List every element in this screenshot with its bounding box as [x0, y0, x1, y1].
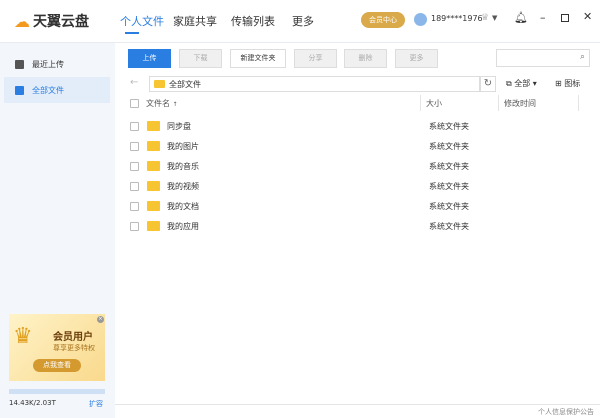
active-tab-indicator — [125, 32, 139, 34]
share-button[interactable]: 分享 — [294, 49, 337, 68]
download-button[interactable]: 下载 — [179, 49, 222, 68]
user-name[interactable]: 189****1976 — [431, 14, 483, 23]
tab-personal-files[interactable]: 个人文件 — [120, 13, 164, 29]
view-label: 图标 — [564, 79, 581, 88]
path-text: 全部文件 — [169, 79, 201, 89]
row-checkbox[interactable] — [130, 221, 139, 231]
logo: ☁ 天翼云盘 — [14, 11, 89, 31]
tab-transfer-list[interactable]: 传输列表 — [231, 13, 275, 29]
storage-text: 14.43K/2.03T — [9, 399, 56, 407]
row-checkbox[interactable] — [130, 121, 139, 131]
column-divider — [498, 95, 499, 111]
search-icon[interactable]: ⌕ — [580, 52, 585, 62]
close-promo-icon[interactable]: × — [97, 316, 104, 323]
grid-icon: ⊞ — [555, 79, 565, 88]
file-row[interactable]: 同步盘 系统文件夹 — [128, 116, 600, 136]
file-row[interactable]: 我的图片 系统文件夹 — [128, 136, 600, 156]
bell-icon[interactable]: 🔔︎ — [514, 11, 528, 24]
back-arrow-icon[interactable]: ← — [130, 77, 138, 88]
maximize-icon[interactable] — [561, 14, 569, 22]
minimize-icon[interactable]: – — [540, 11, 546, 24]
folder-icon — [147, 121, 160, 131]
file-name: 我的视频 — [167, 181, 199, 191]
filter-label: 全部 — [514, 79, 531, 88]
row-checkbox[interactable] — [130, 141, 139, 151]
view-toggle[interactable]: ⊞ 图标 — [555, 78, 580, 89]
file-name: 我的图片 — [167, 141, 199, 151]
privacy-notice-link[interactable]: 个人信息保护公告 — [538, 407, 594, 417]
new-folder-button[interactable]: 新建文件夹 — [230, 49, 286, 68]
promo-title: 会员用户 — [53, 332, 93, 343]
tab-more[interactable]: 更多 — [292, 13, 314, 29]
folder-icon — [147, 221, 160, 231]
file-row[interactable]: 我的文档 系统文件夹 — [128, 196, 600, 216]
crown-icon: ♛ — [481, 13, 490, 23]
close-icon[interactable]: ✕ — [583, 10, 592, 23]
search-input[interactable]: ⌕ — [496, 49, 590, 67]
file-name: 我的音乐 — [167, 161, 199, 171]
path-bar[interactable]: 全部文件 — [149, 76, 480, 92]
sidebar-item-recent-uploads[interactable]: 最近上传 — [4, 51, 110, 77]
file-name: 我的文档 — [167, 201, 199, 211]
sidebar-item-label: 全部文件 — [32, 85, 64, 95]
delete-button[interactable]: 删除 — [344, 49, 387, 68]
cloud-icon: ☁ — [14, 11, 30, 31]
chevron-down-icon[interactable]: ▼ — [492, 14, 497, 22]
folder-icon — [154, 80, 165, 88]
file-row[interactable]: 我的应用 系统文件夹 — [128, 216, 600, 236]
folder-icon — [147, 161, 160, 171]
folder-icon — [147, 201, 160, 211]
file-name: 我的应用 — [167, 221, 199, 231]
storage-bar — [9, 389, 105, 394]
sidebar-item-label: 最近上传 — [32, 59, 64, 69]
file-size: 系统文件夹 — [429, 161, 469, 171]
file-size: 系统文件夹 — [429, 201, 469, 211]
select-all-checkbox[interactable] — [130, 99, 139, 108]
file-name: 同步盘 — [167, 121, 191, 131]
folder-icon — [147, 141, 160, 151]
file-size: 系统文件夹 — [429, 121, 469, 131]
file-row[interactable]: 我的音乐 系统文件夹 — [128, 156, 600, 176]
row-checkbox[interactable] — [130, 201, 139, 211]
filter-dropdown[interactable]: ⧉ 全部 ▾ — [506, 78, 537, 89]
upload-button[interactable]: 上传 — [128, 49, 171, 68]
sidebar-item-all-files[interactable]: 全部文件 — [4, 77, 110, 103]
row-checkbox[interactable] — [130, 181, 139, 191]
file-size: 系统文件夹 — [429, 221, 469, 231]
folder-icon — [147, 181, 160, 191]
file-row[interactable]: 我的视频 系统文件夹 — [128, 176, 600, 196]
promo-subtitle: 尊享更多特权 — [53, 344, 95, 352]
column-divider — [578, 95, 579, 111]
file-size: 系统文件夹 — [429, 181, 469, 191]
app-name: 天翼云盘 — [33, 14, 89, 30]
expand-storage-link[interactable]: 扩容 — [89, 399, 103, 409]
column-name[interactable]: 文件名 ↑ — [146, 98, 178, 109]
row-checkbox[interactable] — [130, 161, 139, 171]
vip-center-button[interactable]: 会员中心 — [361, 12, 405, 28]
column-divider — [420, 95, 421, 111]
clock-icon — [15, 59, 24, 69]
crown-icon: ♛ — [13, 324, 33, 349]
column-size[interactable]: 大小 — [426, 98, 442, 109]
promo-view-button[interactable]: 点我查看 — [33, 359, 81, 372]
file-icon — [15, 85, 24, 95]
tab-family-share[interactable]: 家庭共享 — [173, 13, 217, 29]
column-modified[interactable]: 修改时间 — [504, 98, 536, 109]
more-button[interactable]: 更多 — [395, 49, 438, 68]
refresh-icon[interactable]: ↻ — [480, 76, 496, 92]
title-bar: ☁ 天翼云盘 个人文件 家庭共享 传输列表 更多 会员中心 189****197… — [0, 0, 600, 43]
vip-promo-banner[interactable]: ♛ × 会员用户 尊享更多特权 点我查看 — [9, 314, 105, 381]
file-size: 系统文件夹 — [429, 141, 469, 151]
divider — [115, 404, 600, 405]
avatar[interactable] — [414, 13, 427, 26]
